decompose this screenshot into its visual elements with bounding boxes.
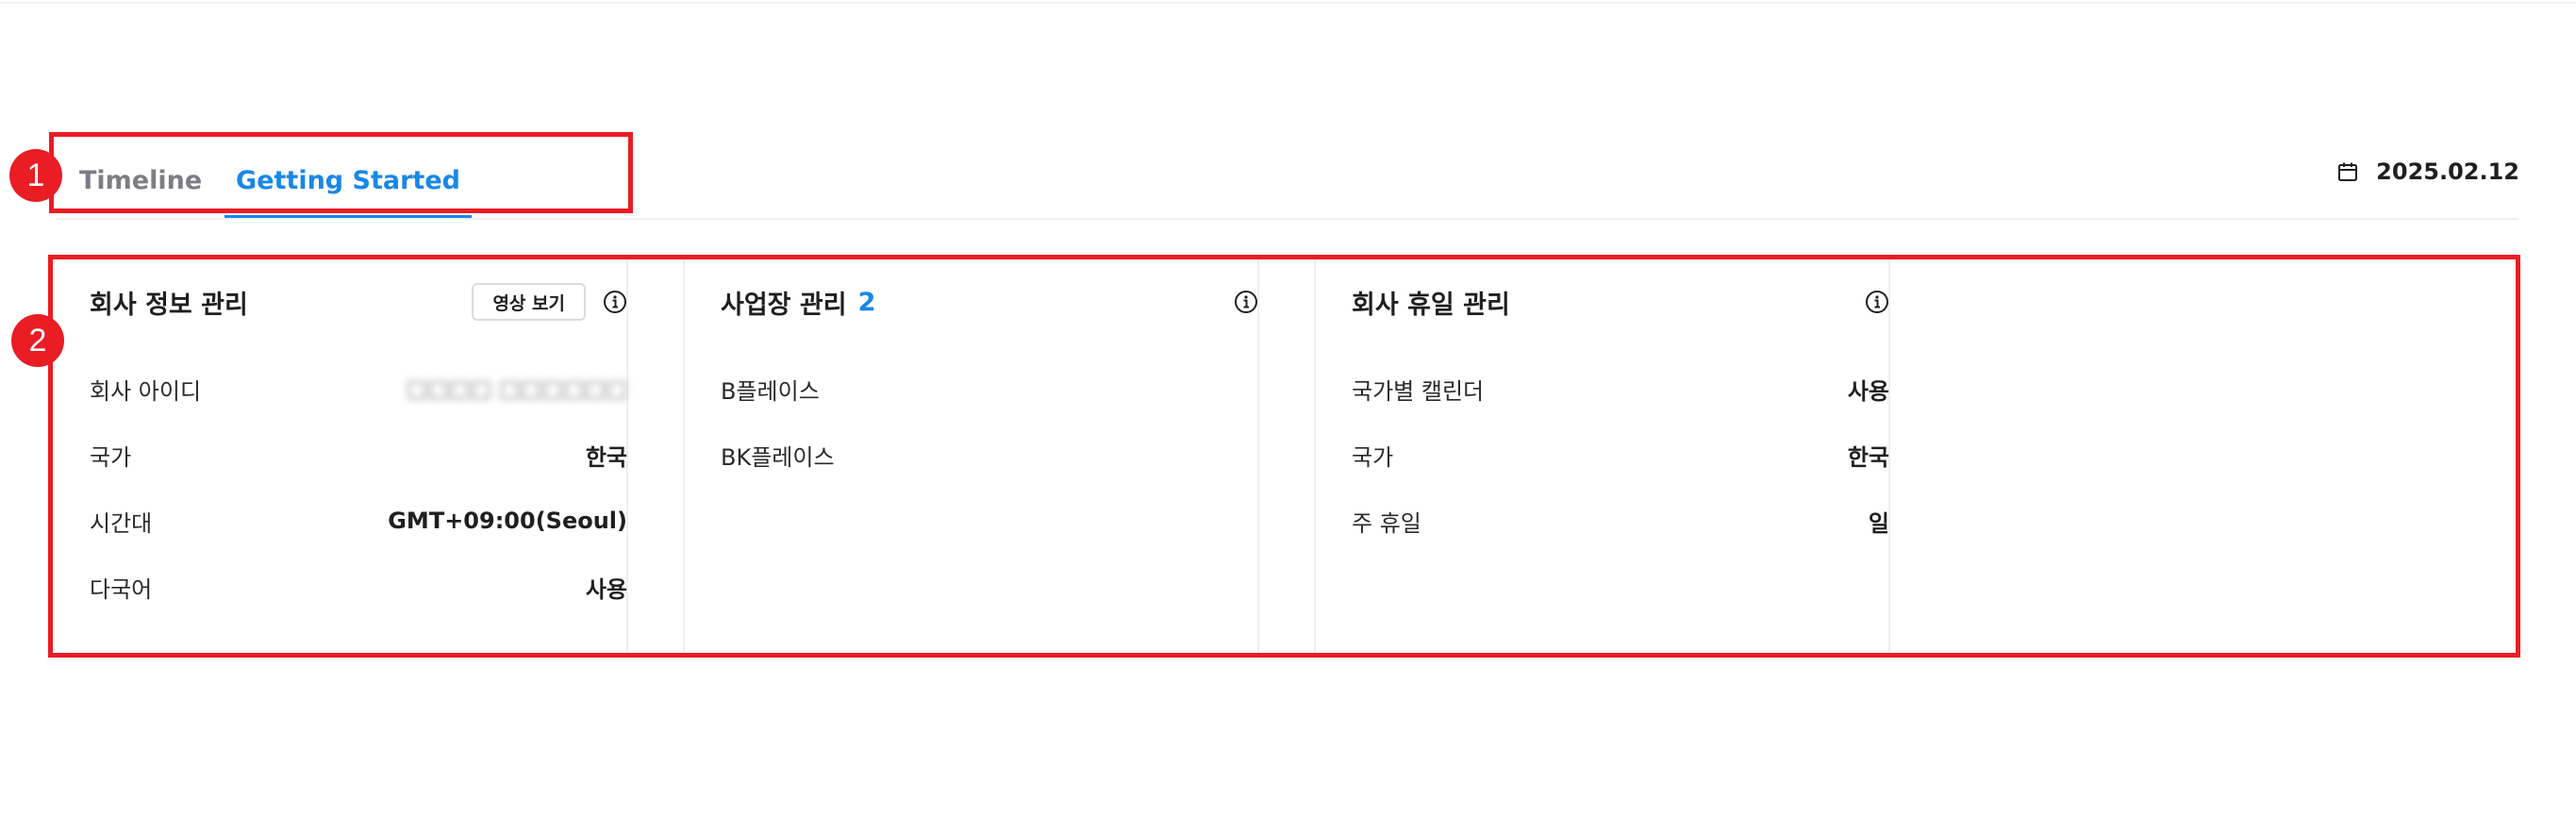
card-title: 회사 정보 관리 [90,290,248,320]
info-row-multilanguage: 다국어 사용 [90,554,627,620]
company-info-rows: 회사 아이디 □□□□ □□□□□□ 국가 한국 시간대 GMT+09:00(S… [90,356,627,620]
row-label: 국가별 캘린더 [1352,377,1485,405]
company-holiday-card: 회사 휴일 관리 국가별 캘린더 사용 국가 한국 주 휴일 일 [1352,259,1889,653]
row-label: 주 휴일 [1352,509,1421,537]
info-row-country: 국가 한국 [90,422,627,488]
card-title: 회사 휴일 관리 [1352,290,1510,320]
tab-bar: Timeline Getting Started [57,142,2518,220]
row-label: 국가 [90,443,132,471]
row-label: 국가 [1352,443,1394,471]
card-divider [1314,259,1316,653]
workplace-count: 2 [857,287,876,317]
info-icon[interactable] [1234,290,1258,314]
row-value: 한국 [1847,443,1889,471]
row-label: 회사 아이디 [90,377,202,405]
list-item[interactable]: B플레이스 [721,356,1258,422]
card-header: 사업장 관리 2 [721,280,1258,324]
info-row-country-calendar: 국가별 캘린더 사용 [1352,356,1889,422]
annotation-badge: 2 [11,314,64,367]
row-value: 사용 [585,575,627,603]
info-row-timezone: 시간대 GMT+09:00(Seoul) [90,488,627,554]
card-divider [683,259,685,653]
row-value: 사용 [1847,377,1889,405]
company-id-value: □□□□ □□□□□□ [406,375,627,402]
date-value: 2025.02.12 [2376,158,2519,185]
row-value: 한국 [585,443,627,471]
getting-started-cards: 회사 정보 관리 영상 보기 회사 아이디 □□□□ □□□□□□ 국가 한국 … [54,259,2516,653]
card-header-actions: 영상 보기 [472,280,627,324]
info-row-country: 국가 한국 [1352,422,1889,488]
watch-video-button[interactable]: 영상 보기 [472,283,586,321]
date-display[interactable]: 2025.02.12 [2336,156,2519,188]
list-item[interactable]: BK플레이스 [721,422,1258,488]
info-row-weekly-holiday: 주 휴일 일 [1352,488,1889,554]
annotation-badge: 1 [9,149,62,202]
company-info-card: 회사 정보 관리 영상 보기 회사 아이디 □□□□ □□□□□□ 국가 한국 … [90,259,627,653]
calendar-icon [2336,160,2359,183]
row-value: GMT+09:00(Seoul) [388,508,627,534]
row-label: 다국어 [90,575,153,603]
workplace-list: B플레이스 BK플레이스 [721,356,1258,488]
workplace-name: B플레이스 [721,377,820,405]
info-icon[interactable] [1865,290,1889,314]
info-icon[interactable] [603,290,627,314]
info-row-company-id: 회사 아이디 □□□□ □□□□□□ [90,356,627,422]
workplace-card: 사업장 관리 2 B플레이스 BK플레이스 [721,259,1258,653]
top-divider [0,2,2576,4]
card-header: 회사 휴일 관리 [1352,280,1889,324]
row-label: 시간대 [90,509,153,537]
tab-timeline[interactable]: Timeline [57,142,208,219]
tab-getting-started[interactable]: Getting Started [224,142,472,219]
tab-bar-divider [57,218,2518,220]
workplace-name: BK플레이스 [721,443,835,471]
row-value: 일 [1868,509,1889,537]
card-header: 회사 정보 관리 영상 보기 [90,280,627,324]
card-title: 사업장 관리 [721,290,847,320]
holiday-rows: 국가별 캘린더 사용 국가 한국 주 휴일 일 [1352,356,1889,554]
card-header-actions [1234,280,1258,324]
card-header-actions [1865,280,1889,324]
